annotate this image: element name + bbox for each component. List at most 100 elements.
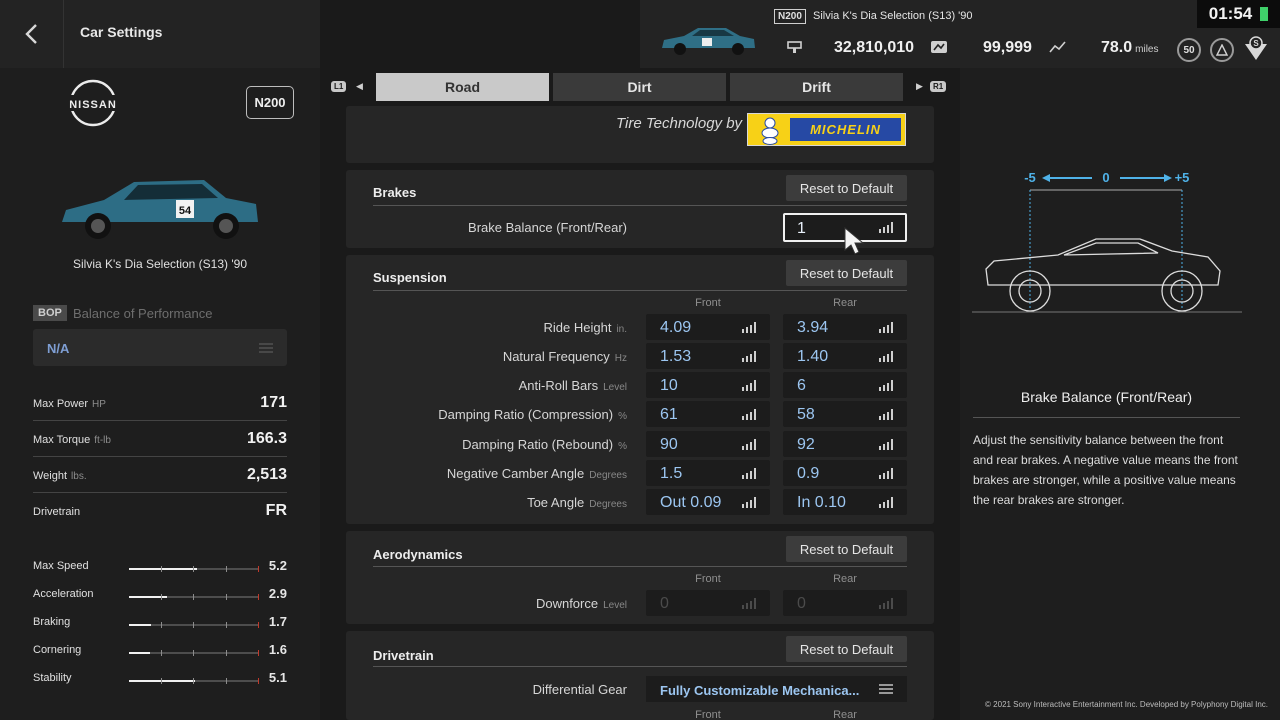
differential-label: Differential Gear xyxy=(532,682,627,697)
spec-label: Weight lbs. xyxy=(33,470,87,482)
slider-bars-icon xyxy=(742,409,756,420)
ride-height-front-field[interactable]: 4.09 xyxy=(646,314,770,340)
suspension-reset-button[interactable]: Reset to Default xyxy=(786,260,907,286)
slider-bars-icon xyxy=(742,351,756,362)
perf-braking: Braking 1.7 xyxy=(33,614,287,636)
bop-dropdown[interactable]: N/A xyxy=(33,329,287,366)
brake-balance-diagram: -5 0 +5 xyxy=(972,170,1242,313)
arrow-left-icon: ◀ xyxy=(356,81,363,91)
suspension-section: Suspension Reset to Default Front Rear R… xyxy=(346,255,934,524)
slider-bars-icon xyxy=(742,380,756,391)
row-label: Negative Camber Angle Degrees xyxy=(446,466,627,481)
row-label: Damping Ratio (Compression)% xyxy=(438,407,627,422)
top-bar-spacer xyxy=(320,0,640,68)
damping-rebound-rear-field[interactable]: 92 xyxy=(783,431,907,457)
slider-bars-icon xyxy=(742,322,756,333)
car-image: 54 xyxy=(62,180,258,239)
aero-reset-button[interactable]: Reset to Default xyxy=(786,536,907,562)
maker-logo: NISSAN xyxy=(62,79,124,127)
clock-time: 01:54 xyxy=(1208,4,1253,23)
perf-tick xyxy=(160,622,162,628)
slider-bars-icon xyxy=(879,409,893,420)
copyright-notice: © 2021 Sony Interactive Entertainment In… xyxy=(985,700,1268,709)
divider xyxy=(373,566,907,567)
perf-label: Stability xyxy=(33,672,72,684)
perf-tick xyxy=(193,566,194,572)
damping-compression-rear-field[interactable]: 58 xyxy=(783,401,907,427)
camber-front-field[interactable]: 1.5 xyxy=(646,460,770,486)
perf-tick xyxy=(225,622,227,628)
chevron-left-icon xyxy=(24,24,37,44)
perf-value: 5.2 xyxy=(268,558,287,573)
car-name-label: Silvia K's Dia Selection (S13) '90 xyxy=(73,257,247,271)
divider xyxy=(373,666,907,667)
tire-brand-name: MICHELIN xyxy=(790,118,901,141)
slider-bars-icon xyxy=(879,598,893,609)
l1-button[interactable]: L1 xyxy=(331,81,347,92)
divider xyxy=(373,290,907,291)
anti-roll-bars-rear-field[interactable]: 6 xyxy=(783,372,907,398)
anti-roll-bars-front-field[interactable]: 10 xyxy=(646,372,770,398)
row-label: Ride Height in. xyxy=(543,320,628,335)
tab-drift[interactable]: Drift xyxy=(730,73,903,101)
drivetrain-reset-button[interactable]: Reset to Default xyxy=(786,636,907,662)
tire-caption: Tire Technology by xyxy=(616,115,743,132)
status-clock: 01:54 xyxy=(1197,0,1280,28)
damping-compression-front-field[interactable]: 61 xyxy=(646,401,770,427)
perf-tick xyxy=(160,650,162,656)
perf-tick xyxy=(225,650,227,656)
perf-acceleration: Acceleration 2.9 xyxy=(33,586,287,608)
brake-balance-value: 1 xyxy=(797,220,806,237)
spec-label: Drivetrain xyxy=(33,506,81,518)
perf-value: 1.7 xyxy=(268,614,287,629)
tab-bar: L1 ◀ Road Dirt Drift ▶ R1 xyxy=(320,68,960,106)
back-button[interactable] xyxy=(0,0,64,68)
slider-bars-icon xyxy=(879,380,893,391)
car-summary-panel: NISSAN N200 54 Silvia K's Dia Selection … xyxy=(0,68,320,720)
toe-angle-rear-field[interactable]: In 0.10 xyxy=(783,489,907,515)
bibendum-icon xyxy=(761,117,779,145)
perf-bar xyxy=(129,650,259,656)
damping-rebound-front-field[interactable]: 90 xyxy=(646,431,770,457)
menu-icon xyxy=(259,343,273,353)
divider xyxy=(973,417,1240,418)
r1-button[interactable]: R1 xyxy=(930,81,947,92)
toe-angle-front-field[interactable]: Out 0.09 xyxy=(646,489,770,515)
natural-frequency-rear-field[interactable]: 1.40 xyxy=(783,343,907,369)
perf-value: 1.6 xyxy=(268,642,287,657)
car-class-badge: N200 xyxy=(774,9,806,24)
spec-label: Max Torque ft-lb xyxy=(33,434,111,446)
section-title: Brakes xyxy=(373,185,417,200)
perf-tick xyxy=(193,650,194,656)
perf-tick xyxy=(258,594,259,600)
row-label: Damping Ratio (Rebound)% xyxy=(462,437,627,452)
car-outline xyxy=(985,238,1221,312)
svg-text:54: 54 xyxy=(179,205,192,217)
natural-frequency-front-field[interactable]: 1.53 xyxy=(646,343,770,369)
perf-tick xyxy=(193,678,194,684)
svg-text:S: S xyxy=(1253,39,1259,48)
slider-bars-icon xyxy=(742,439,756,450)
spec-drivetrain: Drivetrain FR xyxy=(33,493,287,529)
distance-graph-icon xyxy=(1049,41,1066,53)
ride-height-rear-field[interactable]: 3.94 xyxy=(783,314,907,340)
perf-tick xyxy=(160,566,162,572)
distance-unit: miles xyxy=(1135,44,1159,55)
rear-column-header: Rear xyxy=(833,709,857,720)
brakes-reset-button[interactable]: Reset to Default xyxy=(786,175,907,201)
slider-bars-icon xyxy=(879,497,893,508)
arrow-right-icon: ▶ xyxy=(916,81,923,91)
camber-rear-field[interactable]: 0.9 xyxy=(783,460,907,486)
brake-balance-label: Brake Balance (Front/Rear) xyxy=(468,220,627,235)
spec-value: 2,513 xyxy=(246,466,287,483)
signal-icon xyxy=(1260,7,1269,21)
bop-label: Balance of Performance xyxy=(73,306,213,321)
help-body: Adjust the sensitivity balance between t… xyxy=(973,433,1238,507)
help-title: Brake Balance (Front/Rear) xyxy=(1020,389,1193,405)
mileage-points-icon xyxy=(931,41,947,53)
differential-dropdown[interactable]: Fully Customizable Mechanica... xyxy=(646,676,907,702)
tab-dirt[interactable]: Dirt xyxy=(553,73,726,101)
tab-road[interactable]: Road xyxy=(376,73,549,101)
bop-value: N/A xyxy=(47,341,70,356)
front-column-header: Front xyxy=(695,297,721,309)
